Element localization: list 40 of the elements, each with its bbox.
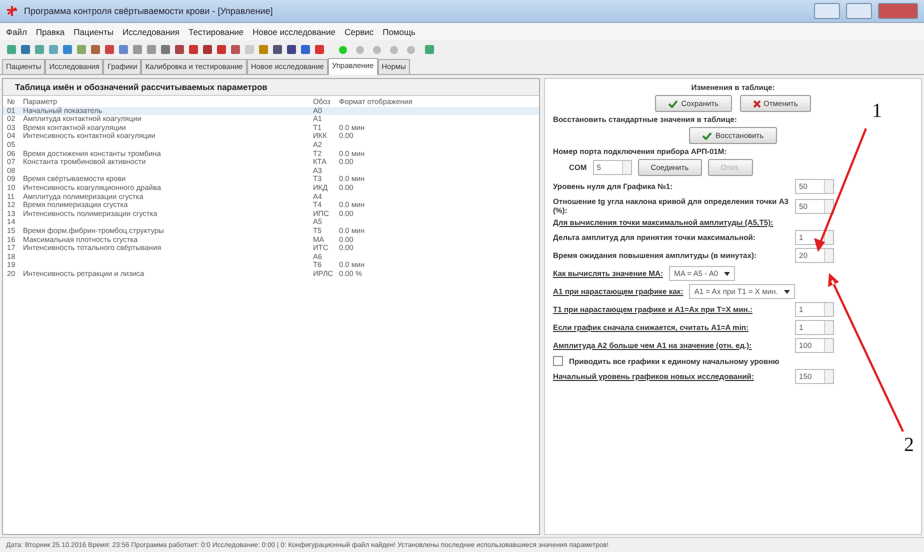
menu-item[interactable]: Файл [6, 26, 27, 36]
toolbar-icon[interactable] [20, 44, 31, 55]
toolbar-icon[interactable] [300, 44, 311, 55]
menu-item[interactable]: Сервис [344, 26, 374, 36]
menu-item[interactable]: Правка [36, 26, 65, 36]
table-title: Таблица имён и обозначений рассчитываемых параметров [3, 79, 539, 96]
window-title: Программа контроля свёртываемости крови - [Управление] [24, 6, 274, 16]
caret-icon [784, 290, 790, 294]
status-dot-icon [390, 46, 398, 54]
toolbar-icon[interactable] [160, 44, 171, 55]
toolbar-icon[interactable] [62, 44, 73, 55]
toolbar-icon[interactable] [202, 44, 213, 55]
toolbar-icon[interactable] [314, 44, 325, 55]
toolbar-icon[interactable] [230, 44, 241, 55]
annotation-number: 2 [904, 434, 914, 457]
toolbar-icon[interactable] [90, 44, 101, 55]
check-icon [668, 100, 678, 108]
checkbox[interactable] [553, 356, 563, 366]
status-dot-icon [407, 46, 415, 54]
app-icon [6, 5, 18, 17]
menu-item[interactable]: Тестирование [188, 26, 244, 36]
annotation-number: 1 [872, 100, 882, 123]
toolbar-icon[interactable] [188, 44, 199, 55]
status-dot-icon [373, 46, 381, 54]
maximize-button[interactable] [846, 3, 872, 19]
toolbar-icon[interactable] [174, 44, 185, 55]
status-dot-icon [339, 46, 347, 54]
caret-icon [724, 272, 730, 276]
toolbar-icon[interactable] [272, 44, 283, 55]
minimize-button[interactable] [814, 3, 840, 19]
menu-item[interactable]: Новое исследование [252, 26, 336, 36]
menu-item[interactable]: Помощь [382, 26, 416, 36]
status-dot-icon [356, 46, 364, 54]
toolbar-icon[interactable] [286, 44, 297, 55]
menu-item[interactable]: Исследования [122, 26, 180, 36]
menu-item[interactable]: Пациенты [74, 26, 114, 36]
close-icon [752, 100, 760, 108]
check-icon [702, 132, 712, 140]
toolbar-icon[interactable] [216, 44, 227, 55]
toolbar-icon[interactable] [104, 44, 115, 55]
